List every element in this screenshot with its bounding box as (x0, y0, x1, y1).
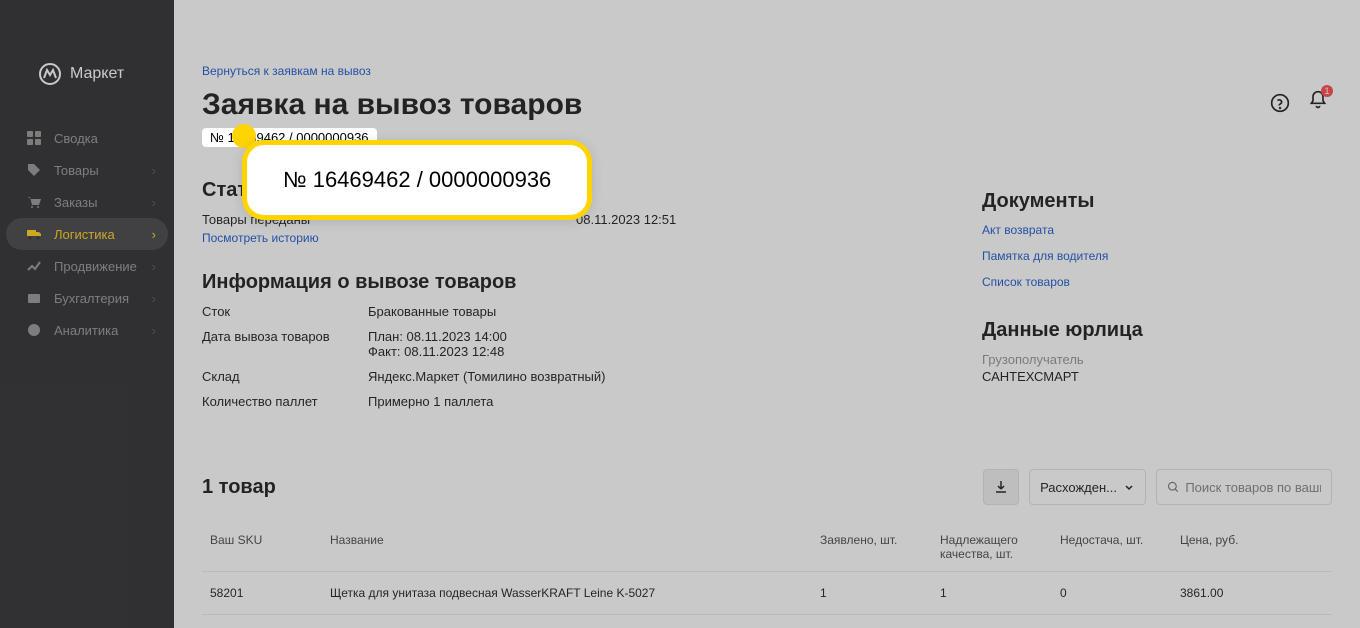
filter-label: Расхожден... (1040, 480, 1117, 495)
filter-dropdown[interactable]: Расхожден... (1029, 469, 1146, 505)
products-table: Ваш SKU Название Заявлено, шт. Надлежаще… (202, 523, 1332, 615)
cell-shortage: 0 (1052, 572, 1172, 615)
sidebar-item-products[interactable]: Товары › (6, 154, 168, 186)
sidebar: Маркет Сводка Товары › Заказы › Логистик… (0, 0, 174, 628)
date-fact: Факт: 08.11.2023 12:48 (368, 344, 507, 359)
truck-icon (26, 226, 42, 242)
chevron-right-icon: › (152, 323, 156, 338)
chevron-right-icon: › (152, 195, 156, 210)
date-plan: План: 08.11.2023 14:00 (368, 329, 507, 344)
doc-link-product-list[interactable]: Список товаров (982, 275, 1312, 289)
pie-icon (26, 322, 42, 338)
sidebar-item-label: Бухгалтерия (54, 291, 129, 306)
warehouse-label: Склад (202, 369, 368, 384)
pallets-value: Примерно 1 паллета (368, 394, 493, 409)
sidebar-item-label: Сводка (54, 131, 98, 146)
doc-link-return-act[interactable]: Акт возврата (982, 223, 1312, 237)
chevron-down-icon (1123, 481, 1135, 493)
legal-title: Данные юрлица (982, 319, 1312, 342)
cell-name: Щетка для унитаза подвесная WasserKRAFT … (322, 572, 812, 615)
table-row[interactable]: 58201 Щетка для унитаза подвесная Wasser… (202, 572, 1332, 615)
notification-badge: 1 (1321, 85, 1333, 97)
brand-logo[interactable]: Маркет (0, 22, 174, 122)
cell-sku: 58201 (202, 572, 322, 615)
pallets-label: Количество паллет (202, 394, 368, 409)
sidebar-item-accounting[interactable]: Бухгалтерия › (6, 282, 168, 314)
sidebar-item-summary[interactable]: Сводка (6, 122, 168, 154)
sidebar-item-label: Логистика (54, 227, 115, 242)
products-count-title: 1 товар (202, 476, 973, 499)
page-title: Заявка на вывоз товаров (202, 88, 1332, 122)
chevron-right-icon: › (152, 163, 156, 178)
sidebar-item-label: Продвижение (54, 259, 137, 274)
download-icon (993, 479, 1009, 495)
legal-label: Грузополучатель (982, 352, 1312, 367)
warehouse-value: Яндекс.Маркет (Томилино возвратный) (368, 369, 605, 384)
chevron-right-icon: › (152, 291, 156, 306)
grid-icon (26, 130, 42, 146)
tutorial-popup: № 16469462 / 0000000936 (242, 140, 592, 220)
sidebar-item-orders[interactable]: Заказы › (6, 186, 168, 218)
back-link[interactable]: Вернуться к заявкам на вывоз (202, 64, 371, 78)
chart-up-icon (26, 258, 42, 274)
col-price: Цена, руб. (1172, 523, 1332, 572)
right-column: Документы Акт возврата Памятка для водит… (982, 190, 1312, 384)
sidebar-item-label: Аналитика (54, 323, 118, 338)
help-icon[interactable] (1270, 93, 1290, 113)
documents-title: Документы (982, 190, 1312, 213)
status-datetime: 08.11.2023 12:51 (576, 212, 676, 227)
search-input[interactable] (1185, 480, 1321, 495)
sidebar-item-label: Товары (54, 163, 99, 178)
col-quality: Надлежащего качества, шт. (932, 523, 1052, 572)
chevron-right-icon: › (152, 227, 156, 242)
sidebar-item-analytics[interactable]: Аналитика › (6, 314, 168, 346)
cell-price: 3861.00 (1172, 572, 1332, 615)
stock-value: Бракованные товары (368, 304, 496, 319)
cell-declared: 1 (812, 572, 932, 615)
col-name: Название (322, 523, 812, 572)
tutorial-number: № 16469462 / 0000000936 (283, 167, 551, 192)
sidebar-item-promotion[interactable]: Продвижение › (6, 250, 168, 282)
col-declared: Заявлено, шт. (812, 523, 932, 572)
sidebar-item-logistics[interactable]: Логистика › (6, 218, 168, 250)
col-shortage: Недостача, шт. (1052, 523, 1172, 572)
notifications-button[interactable]: 1 (1308, 90, 1328, 115)
wallet-icon (26, 290, 42, 306)
date-label: Дата вывоза товаров (202, 329, 368, 359)
cell-quality: 1 (932, 572, 1052, 615)
search-box[interactable] (1156, 469, 1332, 505)
legal-value: САНТЕХСМАРТ (982, 369, 1312, 384)
cart-icon (26, 194, 42, 210)
sidebar-item-label: Заказы (54, 195, 97, 210)
download-button[interactable] (983, 469, 1019, 505)
main-content: 1 Вернуться к заявкам на вывоз Заявка на… (174, 0, 1360, 628)
brand-name: Маркет (70, 65, 124, 83)
tag-icon (26, 162, 42, 178)
doc-link-driver-memo[interactable]: Памятка для водителя (982, 249, 1312, 263)
history-link[interactable]: Посмотреть историю (202, 231, 319, 245)
market-logo-icon (38, 62, 62, 86)
chevron-right-icon: › (152, 259, 156, 274)
stock-label: Сток (202, 304, 368, 319)
search-icon (1167, 480, 1179, 494)
col-sku: Ваш SKU (202, 523, 322, 572)
